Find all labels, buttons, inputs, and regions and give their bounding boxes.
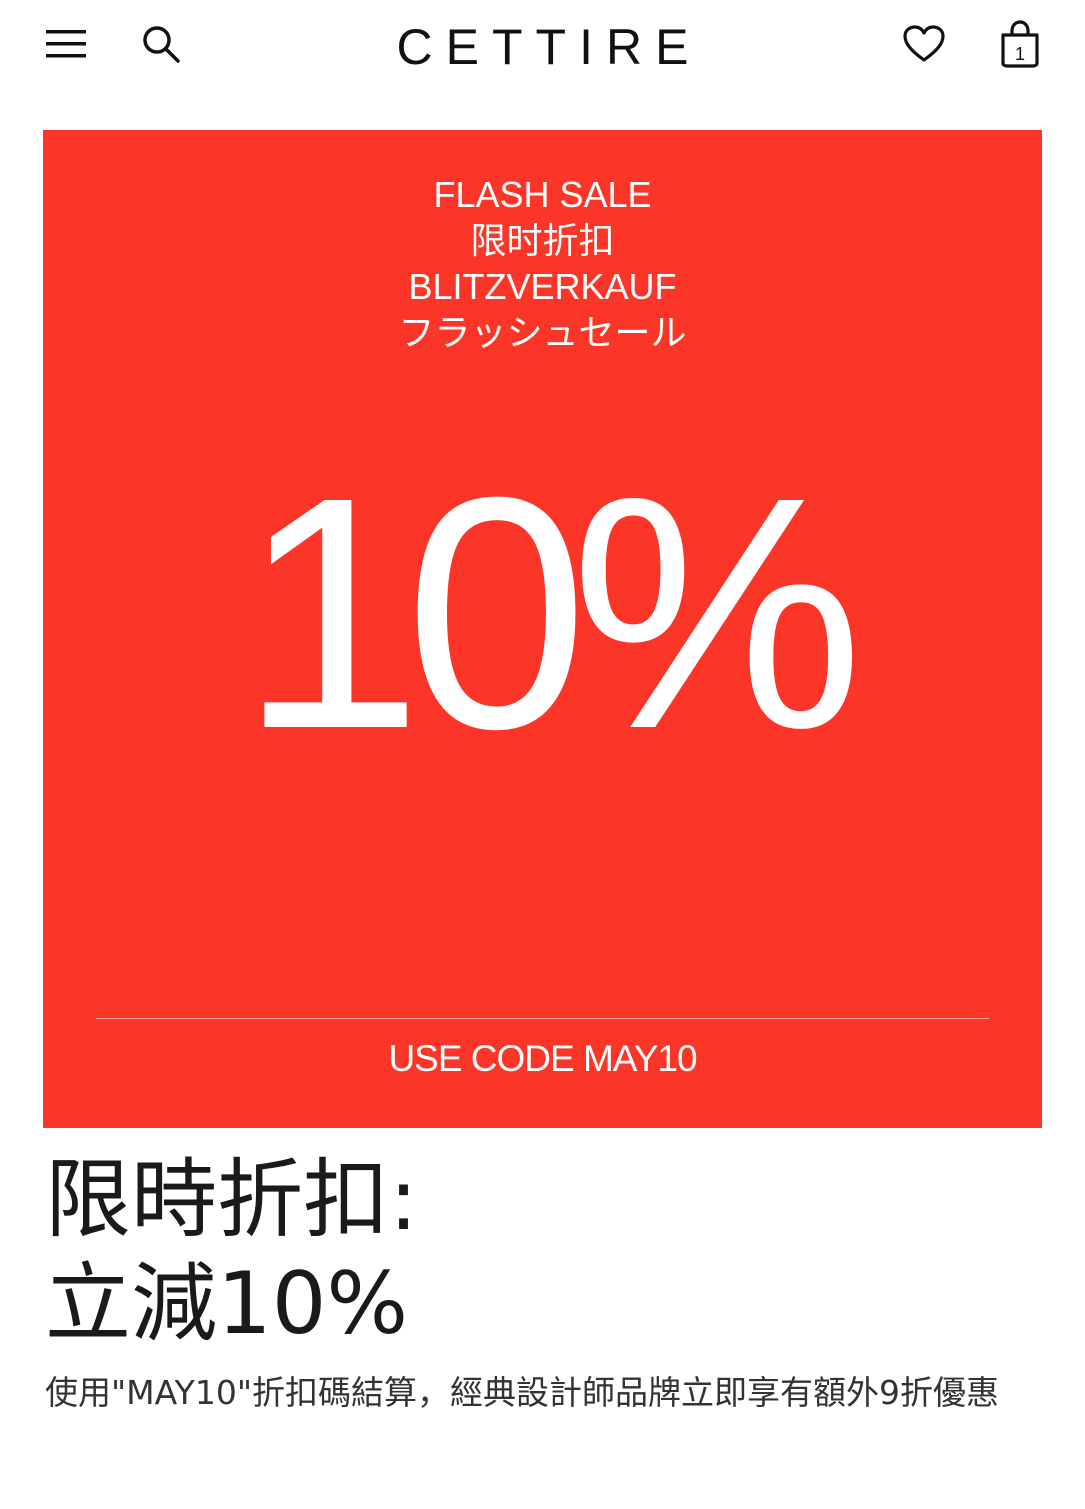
flash-sale-banner[interactable]: FLASH SALE 限时折扣 BLITZVERKAUF フラッシュセール 10… [43,130,1042,1128]
banner-line-japanese: フラッシュセール [398,312,687,353]
promo-title: 限時折扣: 立減10% [45,1148,418,1356]
discount-percentage: 10% [239,428,863,797]
promo-code-text: USE CODE MAY10 [388,1038,697,1079]
promo-title-line-2: 立減10% [45,1254,409,1354]
promo-title-line-1: 限時折扣: [45,1150,418,1250]
bag-count: 1 [1015,44,1025,64]
wishlist-button[interactable] [898,20,950,68]
banner-line-english: FLASH SALE [433,174,652,215]
banner-line-german: BLITZVERKAUF [408,266,677,307]
heart-icon [903,25,945,62]
banner-line-chinese: 限时折扣 [470,220,615,261]
site-header: CETTIRE 1 [0,0,1085,95]
promo-description: 使用"MAY10"折扣碼結算，經典設計師品牌立即享有額外9折優惠 [45,1373,999,1412]
shopping-bag-button[interactable]: 1 [994,18,1046,70]
shopping-bag-icon: 1 [1001,20,1039,68]
banner-headings: FLASH SALE 限时折扣 BLITZVERKAUF フラッシュセール [43,172,1042,356]
banner-divider [96,1018,989,1019]
